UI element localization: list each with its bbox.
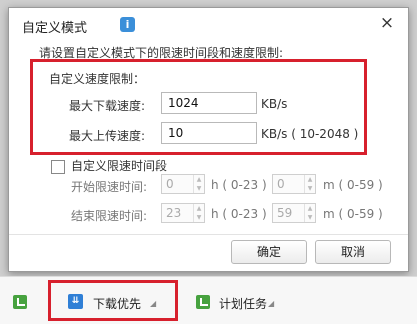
spinner-arrows-icon: ▲ ▼ [193, 175, 204, 193]
upload-unit: KB/s ( 10-2048 ) [261, 127, 359, 141]
end-hour-spinner[interactable]: 23 ▲ ▼ [161, 203, 205, 223]
download-priority-label[interactable]: 下载优先 [93, 295, 141, 312]
start-hour-spinner[interactable]: 0 ▲ ▼ [161, 174, 205, 194]
start-hour-value: 0 [166, 177, 174, 191]
start-hour-range: h ( 0-23 ) [211, 178, 267, 192]
max-upload-input[interactable] [161, 122, 257, 144]
end-minute-range: m ( 0-59 ) [323, 207, 383, 221]
dropdown-triangle-icon[interactable]: ◢ [268, 299, 274, 308]
max-upload-label: 最大上传速度: [69, 129, 146, 143]
back-icon[interactable] [13, 295, 27, 309]
cancel-button[interactable]: 取消 [315, 240, 391, 264]
dialog-titlebar: 自定义模式 i × [9, 8, 408, 42]
time-limit-label: 自定义限速时间段 [71, 159, 168, 173]
start-time-label: 开始限速时间: [71, 180, 148, 194]
end-minute-value: 59 [277, 206, 293, 220]
bottom-toolbar: ⇊ 下载优先 ◢ 计划任务 ◢ [0, 276, 417, 324]
scheduled-task-label[interactable]: 计划任务 [219, 295, 267, 312]
end-minute-spinner[interactable]: 59 ▲ ▼ [272, 203, 316, 223]
info-icon[interactable]: i [120, 17, 135, 32]
instruction-text: 请设置自定义模式下的限速时间段和速度限制: [39, 46, 284, 60]
spinner-arrows-icon: ▲ ▼ [304, 204, 315, 222]
ok-button[interactable]: 确定 [231, 240, 307, 264]
schedule-icon [196, 295, 210, 309]
download-unit: KB/s [261, 97, 288, 111]
dialog-title: 自定义模式 [22, 21, 88, 36]
start-minute-value: 0 [277, 177, 285, 191]
dropdown-triangle-icon[interactable]: ◢ [150, 299, 156, 308]
speed-limit-section-label: 自定义速度限制： [49, 72, 146, 86]
end-hour-value: 23 [166, 206, 182, 220]
max-download-input[interactable] [161, 92, 257, 114]
start-minute-range: m ( 0-59 ) [323, 178, 383, 192]
close-icon[interactable]: × [378, 14, 396, 32]
spinner-arrows-icon: ▲ ▼ [304, 175, 315, 193]
time-limit-checkbox[interactable] [51, 160, 65, 174]
spinner-arrows-icon: ▲ ▼ [193, 204, 204, 222]
dialog-divider [9, 234, 408, 235]
end-time-label: 结束限速时间: [71, 209, 148, 223]
download-priority-icon: ⇊ [68, 294, 83, 309]
max-download-label: 最大下载速度: [69, 99, 146, 113]
start-minute-spinner[interactable]: 0 ▲ ▼ [272, 174, 316, 194]
custom-mode-dialog: 自定义模式 i × 请设置自定义模式下的限速时间段和速度限制: 自定义速度限制：… [8, 7, 409, 272]
end-hour-range: h ( 0-23 ) [211, 207, 267, 221]
